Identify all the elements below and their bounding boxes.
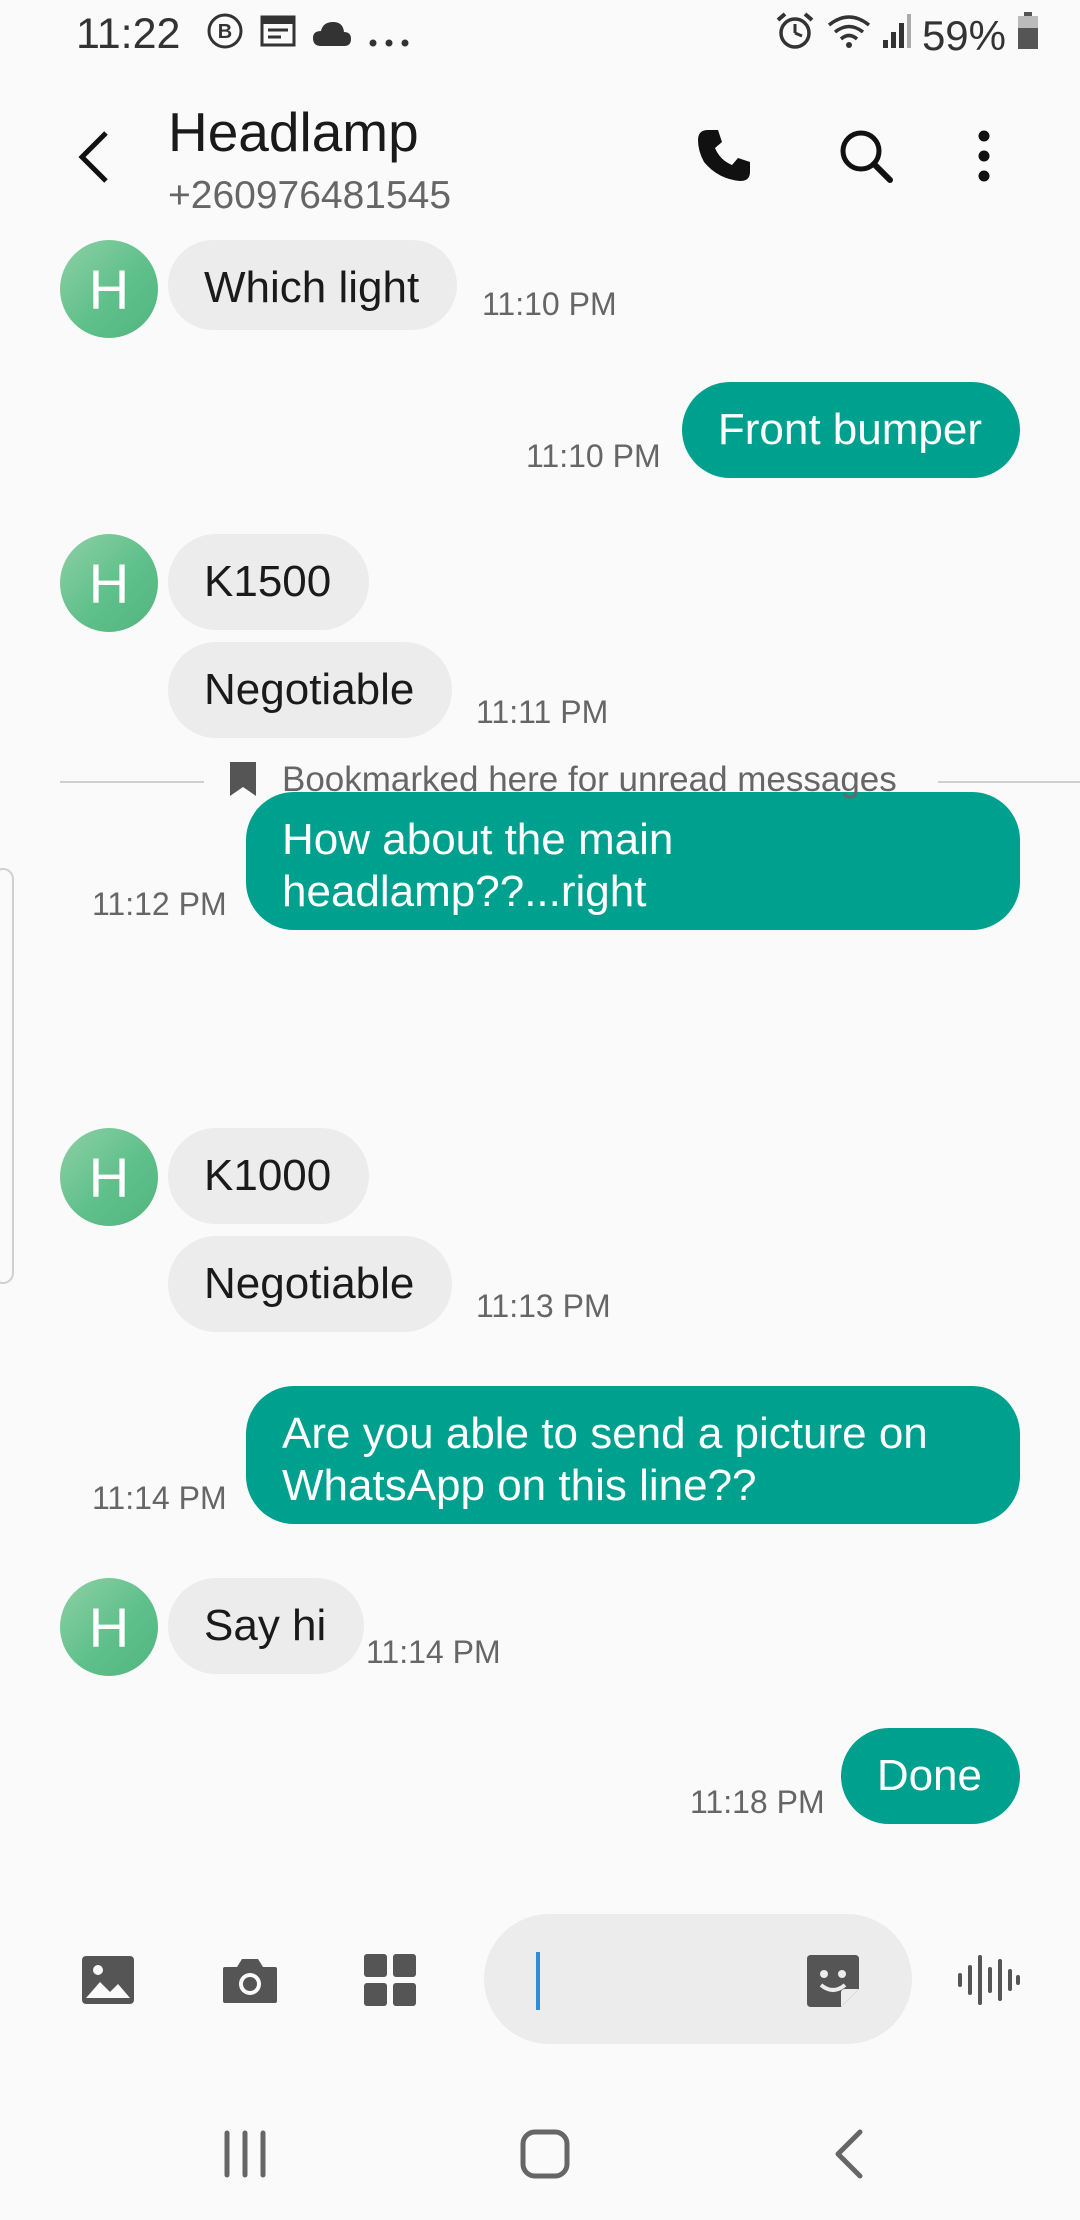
message-input[interactable] — [484, 1914, 912, 2044]
message-time: 11:11 PM — [476, 694, 609, 730]
contact-avatar[interactable]: H — [60, 1578, 158, 1676]
status-bar: 11:22 B 59% — [0, 0, 1080, 74]
sticker-icon — [807, 1955, 859, 2007]
cloud-icon — [311, 12, 353, 60]
status-notification-icons: B — [205, 11, 411, 61]
message-time: 11:18 PM — [690, 1784, 825, 1820]
more-options-button[interactable] — [948, 120, 1020, 192]
sticker-button[interactable] — [798, 1946, 868, 2016]
incoming-message-bubble[interactable]: Negotiable — [168, 1236, 453, 1332]
outgoing-message-bubble[interactable]: Front bumper — [681, 382, 1020, 478]
contact-avatar[interactable]: H — [60, 240, 158, 338]
message-composer — [0, 1900, 1080, 2060]
bookmark-icon — [230, 762, 256, 796]
signal-icon — [882, 12, 912, 60]
home-button[interactable] — [500, 2114, 590, 2194]
recent-apps-icon — [224, 2130, 266, 2178]
battery-icon — [1016, 11, 1040, 61]
outgoing-message-bubble[interactable]: Done — [840, 1728, 1020, 1824]
unread-bookmark-divider: Bookmarked here for unread messages — [60, 756, 1080, 806]
voice-recorder-icon — [958, 1955, 1020, 2005]
incoming-message-bubble[interactable]: Say hi — [168, 1578, 365, 1674]
call-button[interactable] — [688, 120, 760, 192]
message-time: 11:10 PM — [482, 286, 617, 322]
b-badge-icon: B — [205, 11, 245, 61]
apps-button[interactable] — [350, 1940, 430, 2020]
conversation-header: Headlamp +260976481545 — [0, 74, 1080, 244]
message-time: 11:14 PM — [92, 1480, 227, 1516]
back-button[interactable] — [64, 122, 124, 192]
back-icon — [835, 2129, 863, 2179]
camera-icon — [223, 1959, 277, 2003]
outgoing-message-bubble[interactable]: Are you able to send a picture on WhatsA… — [246, 1386, 1020, 1524]
more-options-icon — [978, 130, 990, 182]
message-list[interactable]: H Which light 11:10 PM Front bumper 11:1… — [0, 240, 1080, 1880]
calendar-icon — [259, 12, 297, 60]
outgoing-message-bubble[interactable]: How about the main headlamp??...right — [246, 792, 1020, 930]
edge-panel-handle[interactable] — [0, 868, 14, 1284]
divider-line — [938, 781, 1080, 783]
contact-avatar[interactable]: H — [60, 534, 158, 632]
message-time: 11:12 PM — [92, 886, 227, 922]
battery-percent: 59% — [921, 12, 1006, 59]
camera-button[interactable] — [210, 1940, 290, 2020]
messages-screen: 11:22 B 59% Headlamp +260976481545 H Whi… — [0, 0, 1080, 2220]
voice-recorder-button[interactable] — [948, 1940, 1028, 2020]
system-navigation-bar — [0, 2084, 1080, 2220]
recent-apps-button[interactable] — [200, 2114, 290, 2194]
message-time: 11:10 PM — [526, 438, 661, 474]
svg-text:B: B — [218, 21, 232, 43]
nav-back-button[interactable] — [804, 2114, 894, 2194]
apps-grid-icon — [364, 1954, 416, 2006]
wifi-icon — [826, 11, 872, 61]
incoming-message-bubble[interactable]: Negotiable — [168, 642, 453, 738]
message-time: 11:13 PM — [476, 1288, 611, 1324]
text-cursor — [536, 1952, 540, 2010]
contact-number[interactable]: +260976481545 — [168, 174, 451, 218]
search-icon — [840, 130, 893, 183]
incoming-message-bubble[interactable]: K1000 — [168, 1128, 370, 1224]
gallery-button[interactable] — [68, 1940, 148, 2020]
home-icon — [520, 2129, 570, 2179]
incoming-message-bubble[interactable]: K1500 — [168, 534, 370, 630]
more-dots-icon — [367, 12, 411, 60]
contact-name[interactable]: Headlamp — [168, 100, 419, 164]
divider-line — [60, 781, 204, 783]
message-time: 11:14 PM — [366, 1634, 501, 1670]
phone-icon — [698, 130, 750, 181]
gallery-icon — [82, 1956, 134, 2004]
incoming-message-bubble[interactable]: Which light — [168, 240, 458, 330]
alarm-icon — [774, 10, 816, 62]
bookmark-label: Bookmarked here for unread messages — [282, 760, 897, 799]
back-arrow-icon — [78, 131, 108, 183]
search-button[interactable] — [830, 120, 902, 192]
contact-avatar[interactable]: H — [60, 1128, 158, 1226]
status-system-icons: 59% — [774, 10, 1040, 62]
status-time: 11:22 — [76, 10, 181, 58]
